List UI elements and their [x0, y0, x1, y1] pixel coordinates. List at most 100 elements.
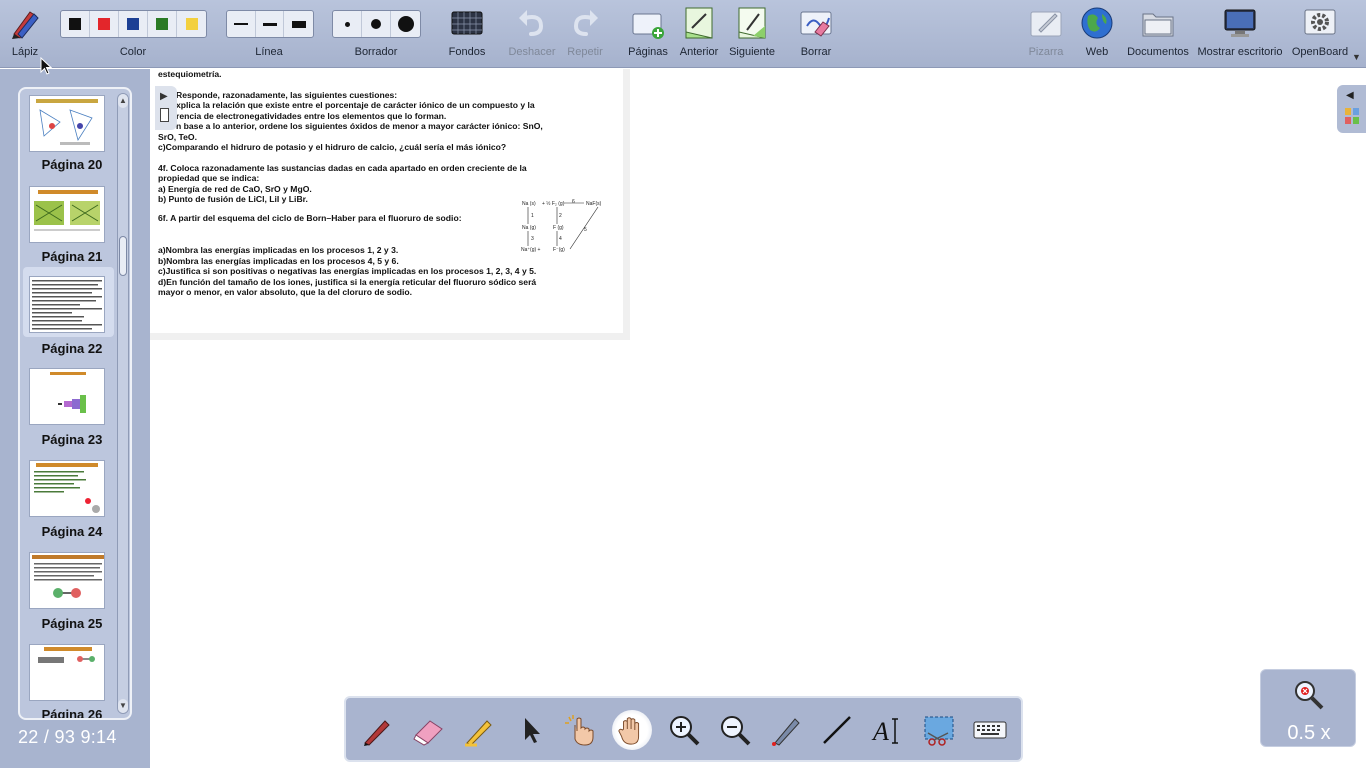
thumbnail-page-26[interactable] — [29, 644, 105, 701]
doc-line: rencia de electronegatividades entre los… — [176, 110, 447, 121]
eraser-large[interactable] — [391, 11, 420, 37]
doc-line: d)En función del tamaño de los iones, ju… — [158, 276, 537, 287]
color-blue[interactable] — [119, 11, 148, 37]
diagram-label: 6 — [572, 199, 575, 205]
play-interact-tool[interactable] — [560, 710, 600, 750]
line-medium[interactable] — [256, 11, 285, 37]
color-red[interactable] — [90, 11, 119, 37]
mouse-cursor-icon — [40, 57, 52, 75]
hand-icon — [618, 717, 640, 745]
doc-line: SrO, TeO. — [158, 131, 197, 142]
thumbnail-label: Página 20 — [41, 157, 103, 172]
thumbnail-label: Página 23 — [41, 432, 103, 447]
zoom-out-tool[interactable] — [715, 710, 755, 750]
pen-tool[interactable] — [358, 710, 398, 750]
add-page-icon — [631, 6, 665, 40]
selector-tool[interactable] — [511, 710, 551, 750]
virtual-keyboard-tool[interactable] — [970, 710, 1010, 750]
color-yellow[interactable] — [177, 11, 206, 37]
laser-pointer-tool[interactable] — [766, 710, 806, 750]
pen-label: Lápiz — [11, 46, 39, 58]
eraser-size-palette — [332, 10, 421, 38]
line-thick[interactable] — [284, 11, 313, 37]
doc-line: xplica la relación que existe entre el p… — [176, 100, 535, 110]
undo-icon — [515, 6, 549, 40]
next-page-label: Siguiente — [729, 46, 775, 58]
chevron-down-icon[interactable]: ▼ — [1352, 52, 1361, 62]
thumbnail-page-20[interactable] — [29, 95, 105, 152]
text-tool[interactable]: A — [868, 710, 908, 750]
monitor-icon — [1223, 6, 1257, 40]
line-tool[interactable] — [817, 710, 857, 750]
doc-line: 4f. Coloca razonadamente las sustancias … — [158, 162, 527, 173]
thumbnail-page-22[interactable] — [29, 276, 105, 333]
document-text: estequiometría. Responde, razonadamente,… — [158, 69, 604, 298]
capture-tool[interactable] — [919, 710, 959, 750]
eraser-tool[interactable] — [409, 710, 449, 750]
thumbnail-label: Página 24 — [41, 524, 103, 539]
keyboard-icon — [973, 721, 1007, 739]
born-haber-diagram: Na (s) + ½ F₂ (g) 6 NaF(s) 1 2 Na (g) F … — [521, 199, 602, 253]
diagram-label: + ½ F₂ (g) — [542, 200, 565, 207]
zoom-level: 0.5 x — [1287, 722, 1331, 744]
zoom-reset-icon[interactable] — [1292, 678, 1326, 712]
page-navigator-tab[interactable]: ▶ — [155, 86, 177, 130]
pages-label: Páginas — [628, 46, 668, 58]
main-toolbar: Lápiz Color Línea Borrador Fondos Deshac… — [0, 0, 1366, 68]
scrollbar-thumb[interactable] — [119, 236, 127, 276]
thumbnail-list[interactable]: Página 20 Página 21 Página 22 Página 23 … — [18, 87, 132, 720]
openboard-label: OpenBoard — [1291, 46, 1349, 58]
diagram-label: NaF(s) — [586, 201, 602, 207]
diagram-label: Na (g) — [522, 225, 536, 231]
show-desktop-label: Mostrar escritorio — [1197, 46, 1283, 58]
collapse-left-icon[interactable]: ◀ — [1346, 90, 1354, 101]
documents-mode-label: Documentos — [1127, 46, 1189, 58]
next-page-icon — [735, 6, 769, 40]
diagram-label: 1 — [531, 213, 534, 219]
svg-text:A: A — [871, 717, 889, 746]
line-thin[interactable] — [227, 11, 256, 37]
scroll-up-icon[interactable]: ▲ — [118, 94, 128, 108]
color-label: Color — [119, 46, 147, 58]
zoom-indicator[interactable]: 0.5 x — [1260, 669, 1356, 747]
diagram-label: Na⁺(g) + — [521, 247, 541, 253]
page-counter-clock: 22 / 93 9:14 — [18, 727, 117, 747]
line-width-palette — [226, 10, 314, 38]
library-tab[interactable]: ◀ — [1337, 85, 1366, 133]
board-mode-label: Pizarra — [1028, 46, 1064, 58]
diagram-label: F⁻(g) — [553, 247, 565, 253]
highlighter-tool[interactable] — [460, 710, 500, 750]
page-sidebar: Página 20 Página 21 Página 22 Página 23 … — [0, 69, 150, 768]
thumbnail-label: Página 22 — [41, 341, 103, 356]
diagram-label: Na (s) — [522, 201, 536, 207]
thumbnail-page-21[interactable] — [29, 186, 105, 243]
color-green[interactable] — [148, 11, 177, 37]
redo-icon — [568, 6, 602, 40]
color-black[interactable] — [61, 11, 90, 37]
eraser-small[interactable] — [333, 11, 362, 37]
undo-label: Deshacer — [508, 46, 556, 58]
thumbnail-label: Página 21 — [41, 249, 103, 264]
thumbnail-page-24[interactable] — [29, 460, 105, 517]
play-icon[interactable]: ▶ — [160, 91, 168, 102]
zoom-in-tool[interactable] — [664, 710, 704, 750]
document-page[interactable]: estequiometría. Responde, razonadamente,… — [150, 69, 630, 340]
previous-page-label: Anterior — [679, 46, 719, 58]
thumbnail-label: Página 26 — [41, 707, 103, 720]
thumbnail-page-25[interactable] — [29, 552, 105, 609]
doc-line: mayor o menor, en valor absoluto, que la… — [158, 287, 413, 297]
eraser-label: Borrador — [354, 46, 398, 58]
thumbnail-page-23[interactable] — [29, 368, 105, 425]
scissors-capture-icon — [924, 716, 954, 746]
doc-line: Responde, razonadamente, las siguientes … — [176, 89, 398, 100]
scroll-down-icon[interactable]: ▼ — [118, 699, 128, 713]
doc-line: n base a lo anterior, ordene los siguien… — [176, 121, 543, 131]
eraser-medium[interactable] — [362, 11, 391, 37]
diagram-label: 5 — [584, 227, 587, 233]
zoom-out-icon — [721, 716, 751, 746]
doc-line: b)Nombra las energías implicadas en los … — [158, 255, 399, 266]
thumbnail-scrollbar[interactable]: ▲ ▼ — [117, 93, 129, 714]
hand-pan-tool[interactable] — [612, 710, 652, 750]
clear-label: Borrar — [800, 46, 832, 58]
board-icon — [1029, 6, 1063, 40]
